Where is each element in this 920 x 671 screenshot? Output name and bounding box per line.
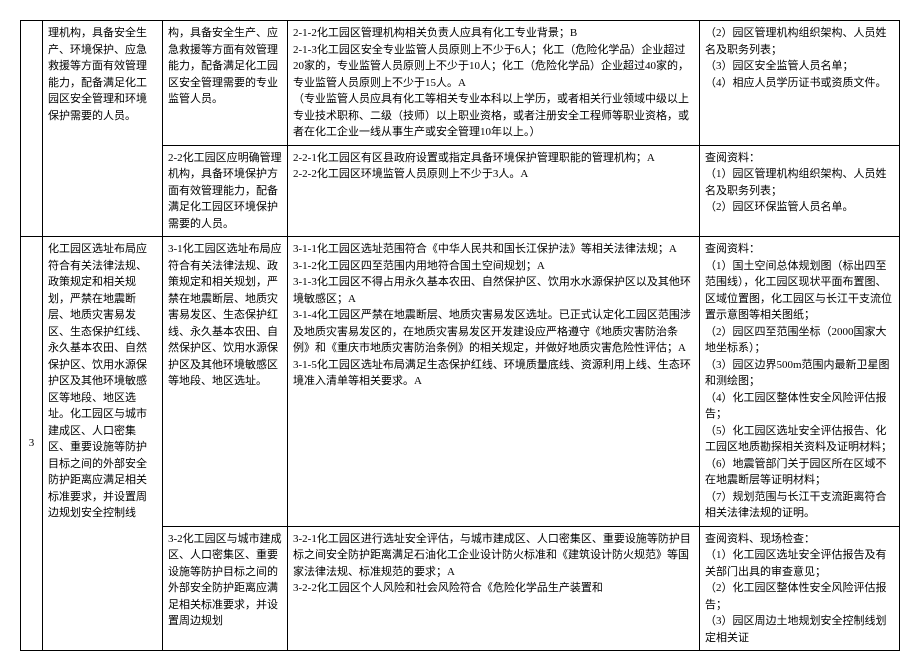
cell-req: 理机构，具备安全生产、环境保护、应急救援等方面有效管理能力，配备满足化工园区安全… [43,21,163,237]
cell-detail: 2-2-1化工园区有区县政府设置或指定具备环境保护管理职能的管理机构；A2-2-… [288,145,700,237]
cell-check: 查阅资料、现场检查：（1）化工园区选址安全评估报告及有关部门出具的审查意见；（2… [700,526,900,651]
cell-detail: 3-2-1化工园区进行选址安全评估，与城市建成区、人口密集区、重要设施等防护目标… [288,526,700,651]
table-row: 3 化工园区选址布局应符合有关法律法规、政策规定和相关规划，严禁在地震断层、地质… [21,237,900,527]
cell-num: 3 [21,237,43,651]
cell-check: 查阅资料：（1）国土空间总体规划图（标出四至范围线），化工园区现状平面布置图、区… [700,237,900,527]
cell-req: 化工园区选址布局应符合有关法律法规、政策规定和相关规划，严禁在地震断层、地质灾害… [43,237,163,651]
cell-num [21,21,43,237]
table-row: 理机构，具备安全生产、环境保护、应急救援等方面有效管理能力，配备满足化工园区安全… [21,21,900,146]
cell-sub: 3-2化工园区与城市建成区、人口密集区、重要设施等防护目标之间的外部安全防护距离… [163,526,288,651]
cell-sub: 2-2化工园区应明确管理机构，具备环境保护方面有效管理能力，配备满足化工园区环境… [163,145,288,237]
cell-detail: 2-1-2化工园区管理机构相关负责人应具有化工专业背景；B2-1-3化工园区安全… [288,21,700,146]
cell-sub: 构，具备安全生产、应急救援等方面有效管理能力，配备满足化工园区安全管理需要的专业… [163,21,288,146]
cell-check: （2）园区管理机构组织架构、人员姓名及职务列表；（3）园区安全监管人员名单；（4… [700,21,900,146]
cell-sub: 3-1化工园区选址布局应符合有关法律法规、政策规定和相关规划，严禁在地震断层、地… [163,237,288,527]
cell-detail: 3-1-1化工园区选址范围符合《中华人民共和国长江保护法》等相关法律法规；A3-… [288,237,700,527]
regulation-table: 理机构，具备安全生产、环境保护、应急救援等方面有效管理能力，配备满足化工园区安全… [20,20,900,651]
cell-check: 查阅资料：（1）园区管理机构组织架构、人员姓名及职务列表；（2）园区环保监管人员… [700,145,900,237]
